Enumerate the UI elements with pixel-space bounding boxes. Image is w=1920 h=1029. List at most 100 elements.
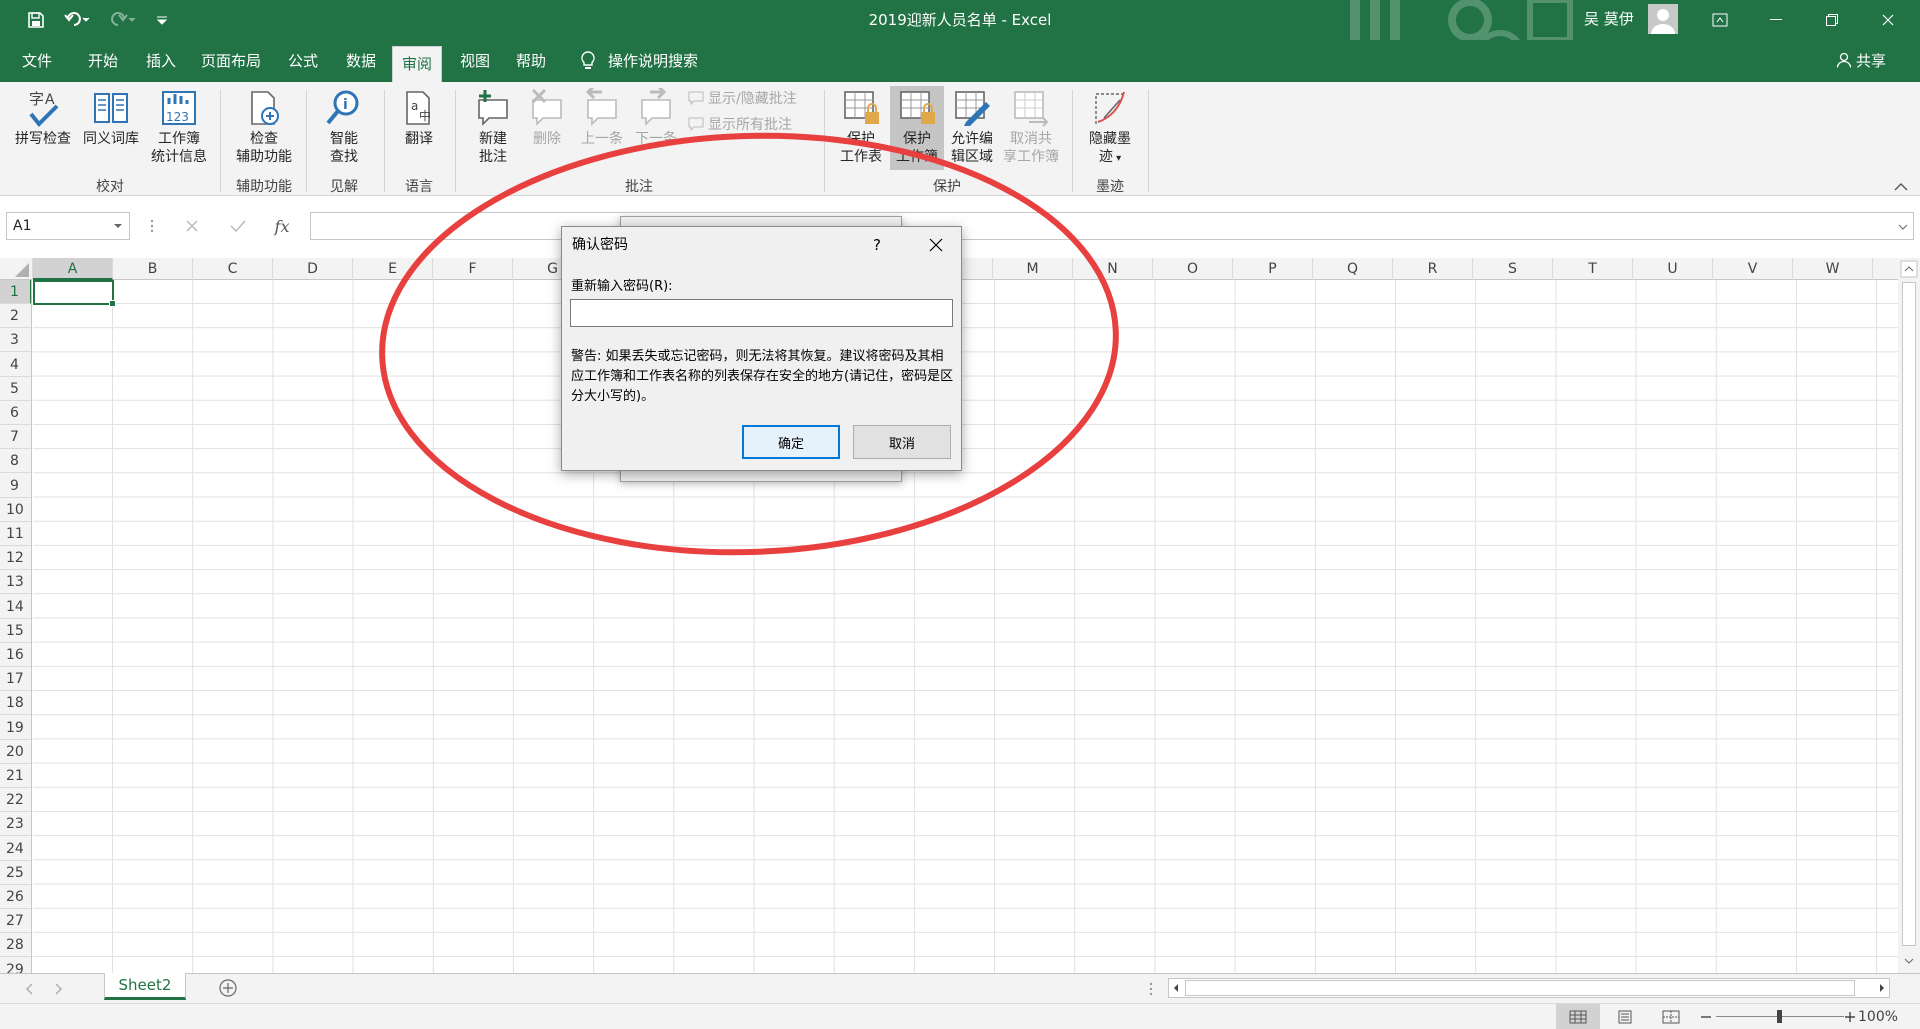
select-all-corner[interactable]	[0, 258, 33, 280]
workbook-statistics-button[interactable]: 123 工作簿 统计信息	[146, 88, 212, 166]
tab-file[interactable]: 文件	[14, 40, 60, 82]
column-header[interactable]: S	[1473, 258, 1553, 280]
column-header[interactable]: R	[1393, 258, 1473, 280]
row-header[interactable]: 9	[0, 474, 31, 498]
row-header[interactable]: 27	[0, 909, 31, 934]
close-icon[interactable]	[1860, 0, 1916, 40]
column-header[interactable]: M	[993, 258, 1073, 280]
confirm-entry-icon[interactable]	[226, 214, 250, 238]
smart-lookup-button[interactable]: i 智能 查找	[314, 88, 374, 166]
more-options-icon[interactable]	[140, 214, 164, 238]
row-header[interactable]: 2	[0, 304, 31, 329]
column-header[interactable]: U	[1633, 258, 1713, 280]
user-avatar[interactable]	[1648, 4, 1678, 34]
row-header[interactable]: 11	[0, 522, 31, 546]
user-name[interactable]: 吴 莫伊	[1584, 0, 1634, 40]
protect-workbook-button[interactable]: 保护 工作簿	[890, 86, 944, 170]
row-header[interactable]: 20	[0, 740, 31, 764]
row-header[interactable]: 21	[0, 764, 31, 788]
horizontal-scrollbar[interactable]	[1168, 978, 1890, 998]
protect-sheet-button[interactable]: 保护 工作表	[832, 88, 890, 166]
column-header[interactable]: P	[1233, 258, 1313, 280]
row-header[interactable]: 10	[0, 498, 31, 522]
dialog-close-icon[interactable]	[916, 229, 956, 261]
share-button[interactable]: 共享	[1836, 40, 1886, 82]
column-header[interactable]: O	[1153, 258, 1233, 280]
sheet-tab[interactable]: Sheet2	[104, 973, 186, 1000]
column-header[interactable]: F	[433, 258, 513, 280]
collapse-ribbon-icon[interactable]	[1894, 182, 1908, 192]
row-header[interactable]: 19	[0, 716, 31, 740]
row-header[interactable]: 13	[0, 570, 31, 595]
row-header[interactable]: 14	[0, 595, 31, 619]
page-break-view-icon[interactable]	[1662, 1010, 1680, 1024]
zoom-in-icon[interactable]	[1844, 1011, 1856, 1023]
normal-view-button[interactable]	[1556, 1004, 1600, 1029]
show-hide-comment-button[interactable]: 显示/隐藏批注	[688, 90, 797, 108]
tab-formulas[interactable]: 公式	[278, 40, 328, 82]
row-header[interactable]: 26	[0, 885, 31, 909]
lightbulb-icon[interactable]	[576, 40, 600, 82]
column-header[interactable]: T	[1553, 258, 1633, 280]
row-header[interactable]: 18	[0, 691, 31, 716]
minimize-icon[interactable]	[1748, 0, 1804, 40]
tab-page-layout[interactable]: 页面布局	[196, 40, 266, 82]
cell-grid[interactable]	[33, 280, 1898, 973]
restore-icon[interactable]	[1804, 0, 1860, 40]
insert-function-icon[interactable]: fx	[270, 214, 294, 238]
row-header[interactable]: 17	[0, 667, 31, 692]
row-header[interactable]: 15	[0, 619, 31, 643]
expand-formula-bar-icon[interactable]	[1898, 224, 1908, 230]
row-header[interactable]: 22	[0, 788, 31, 813]
active-cell[interactable]	[33, 280, 116, 307]
ok-button[interactable]: 确定	[742, 425, 840, 459]
tab-insert[interactable]: 插入	[136, 40, 186, 82]
zoom-slider-thumb[interactable]	[1777, 1010, 1782, 1023]
row-header[interactable]: 6	[0, 401, 31, 425]
tab-home[interactable]: 开始	[78, 40, 128, 82]
column-header[interactable]: D	[273, 258, 353, 280]
column-header[interactable]: B	[113, 258, 193, 280]
column-header[interactable]: C	[193, 258, 273, 280]
hide-ink-button[interactable]: 隐藏墨 迹 ▾	[1080, 88, 1140, 168]
row-header[interactable]: 23	[0, 812, 31, 837]
next-comment-button[interactable]: 下一条	[630, 88, 682, 148]
formula-input[interactable]	[310, 212, 1914, 240]
delete-comment-button[interactable]: 删除	[522, 88, 572, 148]
row-header[interactable]: 7	[0, 425, 31, 450]
zoom-level[interactable]: 100%	[1858, 1004, 1898, 1029]
vertical-scrollbar[interactable]	[1898, 258, 1920, 973]
row-header[interactable]: 24	[0, 837, 31, 861]
tab-data[interactable]: 数据	[336, 40, 386, 82]
scroll-down-icon[interactable]	[1898, 950, 1920, 972]
help-icon[interactable]: ?	[862, 229, 892, 261]
tab-help[interactable]: 帮助	[506, 40, 556, 82]
row-header[interactable]: 1	[0, 280, 31, 304]
show-all-comments-button[interactable]: 显示所有批注	[688, 116, 792, 134]
allow-edit-ranges-button[interactable]: 允许编 辑区域	[944, 88, 1000, 166]
tab-splitter-icon[interactable]	[1148, 981, 1154, 997]
tab-review[interactable]: 审阅	[392, 46, 442, 82]
cancel-button[interactable]: 取消	[853, 425, 951, 459]
prev-sheet-icon[interactable]	[24, 983, 36, 995]
name-box[interactable]: A1	[6, 212, 130, 240]
translate-button[interactable]: a中 翻译	[392, 88, 446, 148]
scroll-left-icon[interactable]	[1171, 983, 1181, 993]
tab-view[interactable]: 视图	[450, 40, 500, 82]
cancel-entry-icon[interactable]	[180, 214, 204, 238]
new-comment-button[interactable]: 新建 批注	[464, 88, 522, 166]
column-header[interactable]: Q	[1313, 258, 1393, 280]
previous-comment-button[interactable]: 上一条	[576, 88, 628, 148]
row-header[interactable]: 16	[0, 643, 31, 667]
column-header[interactable]: A	[33, 258, 113, 280]
add-sheet-icon[interactable]	[218, 978, 238, 998]
row-header[interactable]: 8	[0, 449, 31, 474]
column-header[interactable]: E	[353, 258, 433, 280]
column-header[interactable]: V	[1713, 258, 1793, 280]
horizontal-scroll-thumb[interactable]	[1185, 980, 1855, 996]
spelling-button[interactable]: 字A 拼写检查	[10, 88, 76, 148]
check-accessibility-button[interactable]: 检查 辅助功能	[228, 88, 300, 166]
page-layout-view-icon[interactable]	[1616, 1010, 1634, 1024]
next-sheet-icon[interactable]	[52, 983, 64, 995]
row-header[interactable]: 3	[0, 328, 31, 353]
